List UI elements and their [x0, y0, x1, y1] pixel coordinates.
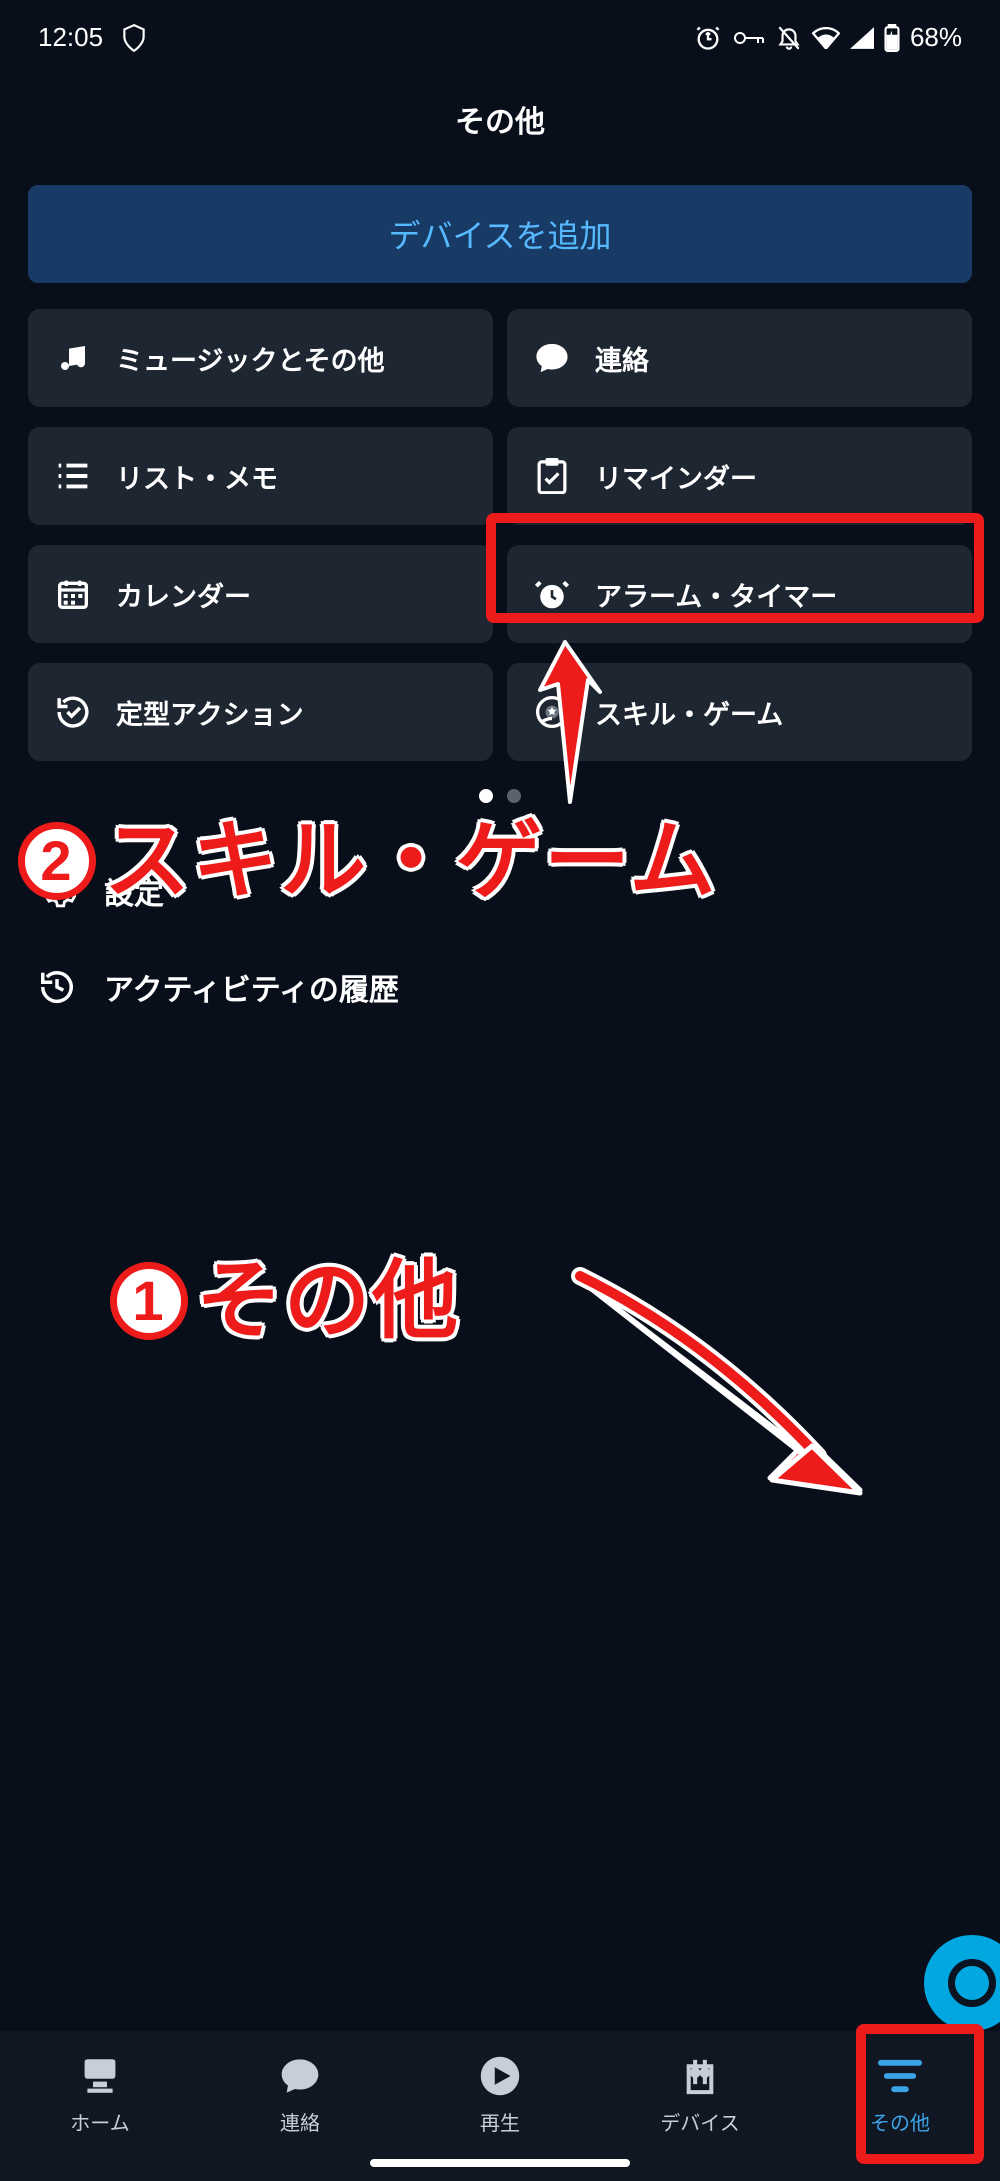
alexa-fab[interactable]	[924, 1935, 1000, 2031]
card-label: アラーム・タイマー	[595, 575, 837, 614]
row-activity-history[interactable]: アクティビティの履歴	[28, 939, 972, 1035]
play-icon	[477, 2053, 523, 2099]
battery-icon	[884, 24, 900, 52]
alexa-ring-icon	[948, 1959, 996, 2007]
nav-devices[interactable]: デバイス	[640, 2053, 760, 2136]
calendar-icon	[54, 575, 92, 613]
card-label: スキル・ゲーム	[595, 693, 783, 732]
status-bar: 12:05 68%	[0, 0, 1000, 63]
card-label: 定型アクション	[116, 693, 304, 732]
chat-bubble-icon	[277, 2053, 323, 2099]
card-calendar[interactable]: カレンダー	[28, 545, 493, 643]
list-row-label: アクティビティの履歴	[104, 965, 399, 1009]
skills-icon	[533, 693, 571, 731]
card-reminders[interactable]: リマインダー	[507, 427, 972, 525]
nav-more[interactable]: その他	[840, 2053, 960, 2136]
home-icon	[77, 2053, 123, 2099]
notification-off-icon	[776, 24, 802, 52]
list-icon	[54, 457, 92, 495]
annotation-step2-text: スキル・ゲーム	[104, 813, 717, 909]
card-label: リマインダー	[595, 457, 757, 496]
nav-communication[interactable]: 連絡	[240, 2053, 360, 2136]
history-icon	[36, 966, 78, 1008]
shield-icon	[121, 23, 147, 53]
alarm-add-icon	[694, 24, 722, 52]
annotation-step1-number: 1	[110, 1262, 188, 1340]
nav-label: デバイス	[660, 2107, 739, 2136]
nav-label: 再生	[480, 2107, 520, 2136]
routine-icon	[54, 693, 92, 731]
card-routines[interactable]: 定型アクション	[28, 663, 493, 761]
alarm-clock-icon	[533, 575, 571, 613]
gesture-bar	[370, 2159, 630, 2167]
card-communication[interactable]: 連絡	[507, 309, 972, 407]
music-note-icon	[54, 339, 92, 377]
nav-home[interactable]: ホーム	[40, 2053, 160, 2136]
annotation-arrow-down	[560, 1260, 880, 1500]
annotation-step1-text: その他	[196, 1253, 460, 1349]
annotation-step1: 1その他	[110, 1230, 460, 1355]
card-skills-games[interactable]: スキル・ゲーム	[507, 663, 972, 761]
clipboard-check-icon	[533, 457, 571, 495]
chat-bubble-icon	[533, 339, 571, 377]
nav-play[interactable]: 再生	[440, 2053, 560, 2136]
status-time: 12:05	[38, 22, 103, 53]
vpn-key-icon	[732, 28, 766, 48]
battery-percent: 68%	[910, 22, 962, 53]
add-device-button[interactable]: デバイスを追加	[28, 185, 972, 283]
nav-label: ホーム	[70, 2107, 129, 2136]
nav-label: その他	[870, 2107, 930, 2136]
annotation-step2: 2スキル・ゲーム	[18, 790, 717, 915]
devices-icon	[677, 2053, 723, 2099]
wifi-icon	[812, 27, 840, 49]
more-icon	[877, 2053, 923, 2099]
card-alarms[interactable]: アラーム・タイマー	[507, 545, 972, 643]
card-label: リスト・メモ	[116, 457, 278, 496]
card-label: 連絡	[595, 339, 649, 378]
card-music[interactable]: ミュージックとその他	[28, 309, 493, 407]
page-title: その他	[0, 63, 1000, 185]
card-grid: ミュージックとその他 連絡 リスト・メモ リマインダー カレンダー アラーム・タ…	[0, 283, 1000, 761]
card-lists[interactable]: リスト・メモ	[28, 427, 493, 525]
annotation-step2-number: 2	[18, 822, 96, 900]
card-label: カレンダー	[116, 575, 251, 614]
cell-signal-icon	[850, 27, 874, 49]
nav-label: 連絡	[280, 2107, 320, 2136]
card-label: ミュージックとその他	[116, 339, 385, 378]
